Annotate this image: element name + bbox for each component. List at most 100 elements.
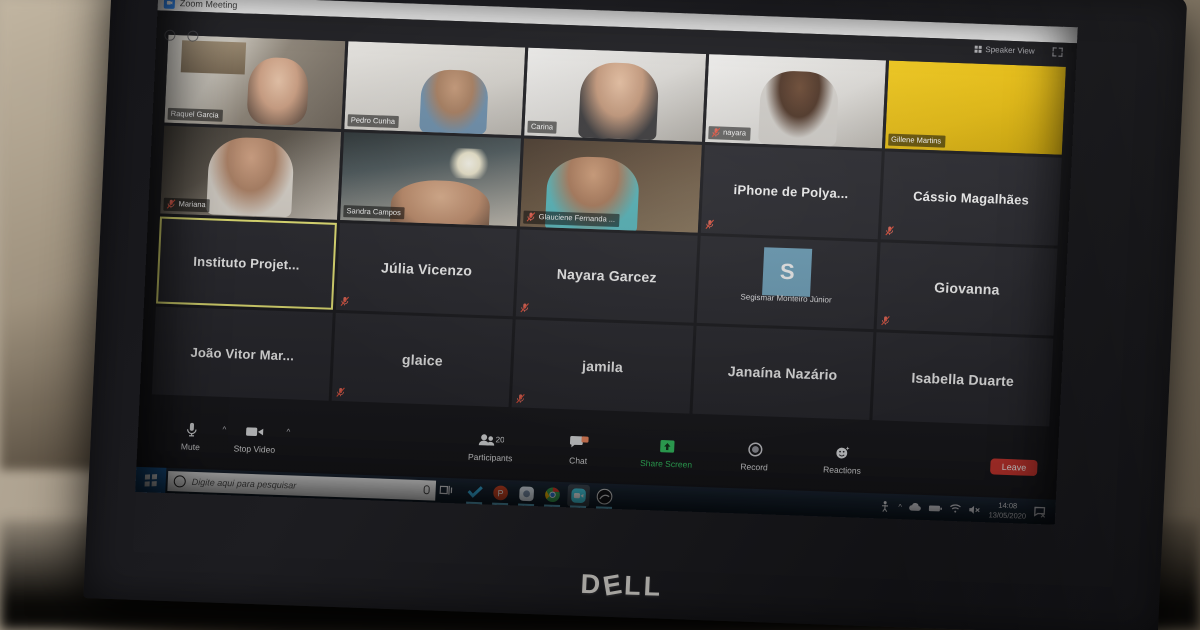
dark-circle-app-icon[interactable] <box>593 485 616 509</box>
clock-date: 13/05/2020 <box>988 509 1027 521</box>
participant-name: Mariana <box>178 199 206 210</box>
search-placeholder: Digite aqui para pesquisar <box>191 476 297 491</box>
dell-laptop: Zoom Meeting Speaker View Raquel Garcia … <box>83 0 1188 630</box>
participant-tile[interactable]: Gillene Martins <box>884 60 1066 155</box>
avatar: S <box>762 247 813 297</box>
people-icon: 20 <box>460 429 523 450</box>
muted-microphone-icon <box>336 387 346 397</box>
participant-name: João Vitor Mar... <box>190 344 295 364</box>
cortana-circle-icon[interactable] <box>173 474 187 488</box>
share-screen-label: Share Screen <box>639 457 693 470</box>
leave-button[interactable]: Leave <box>990 458 1038 477</box>
participant-tile[interactable]: Mariana <box>160 125 342 220</box>
smiley-reactions-icon <box>811 442 874 463</box>
person-accessibility-icon[interactable] <box>880 500 892 512</box>
stop-video-button[interactable]: Stop Video ^ <box>223 421 290 455</box>
participant-name: jamila <box>581 357 624 376</box>
participant-tile[interactable]: Júlia Vicenzo <box>336 222 518 317</box>
participant-tile[interactable]: nayara <box>704 54 886 149</box>
share-screen-button[interactable]: Share Screen <box>635 436 698 470</box>
participant-tile[interactable]: Pedro Cunha <box>344 41 526 136</box>
participant-name: iPhone de Polya... <box>733 182 849 202</box>
window-corner-controls[interactable] <box>164 29 199 42</box>
record-button[interactable]: Record <box>723 439 786 473</box>
windows-start-icon[interactable] <box>135 466 167 493</box>
microphone-icon <box>160 419 223 440</box>
video-chevron-up-icon[interactable]: ^ <box>286 427 290 436</box>
zoom-app-icon[interactable] <box>567 483 591 508</box>
participant-name: Segismar Monteiro Júnior <box>740 292 832 306</box>
onedrive-cloud-icon[interactable] <box>909 503 922 512</box>
svg-text:P: P <box>497 488 503 498</box>
volume-muted-icon[interactable] <box>969 504 982 514</box>
back-arrow-icon[interactable] <box>164 29 176 41</box>
participant-name: Gillene Martins <box>890 134 942 146</box>
clock[interactable]: 14:08 13/05/2020 <box>988 501 1026 521</box>
participant-tile[interactable]: Isabella Duarte <box>872 332 1054 427</box>
participant-name-bar: Sandra Campos <box>343 204 406 219</box>
google-chrome-icon[interactable] <box>541 483 564 507</box>
participant-tile[interactable]: S Segismar Monteiro Júnior <box>696 235 878 330</box>
participant-name-bar: Raquel Garcia <box>167 107 223 122</box>
wifi-icon[interactable] <box>950 504 962 513</box>
share-screen-up-arrow-icon <box>636 436 699 457</box>
photos-app-icon[interactable] <box>515 482 538 506</box>
participant-tile[interactable]: Janaína Nazário <box>692 326 874 421</box>
participant-tile[interactable]: João Vitor Mar... <box>151 306 333 401</box>
participant-tile[interactable]: Sandra Campos <box>340 131 522 226</box>
task-view-icon[interactable] <box>435 478 456 504</box>
participant-tile[interactable]: Instituto Projet... <box>155 216 338 311</box>
notification-flag-icon[interactable] <box>1033 505 1048 518</box>
participant-name-bar: Pedro Cunha <box>347 113 400 128</box>
app-running-indicator <box>518 503 535 506</box>
record-label: Record <box>740 461 768 473</box>
fullscreen-icon[interactable] <box>1052 47 1063 57</box>
muted-microphone-icon <box>880 316 890 326</box>
participant-name: Cássio Magalhães <box>912 188 1030 208</box>
microphone-icon[interactable] <box>423 485 430 495</box>
participant-tile[interactable]: Nayara Garcez <box>516 228 698 323</box>
participant-name: Raquel Garcia <box>170 108 219 120</box>
muted-microphone-icon <box>711 127 720 137</box>
participant-name: Júlia Vicenzo <box>380 259 473 280</box>
window-title: Zoom Meeting <box>179 0 238 11</box>
battery-icon[interactable] <box>929 504 943 512</box>
chat-bubble-icon <box>548 433 611 454</box>
reactions-button[interactable]: Reactions <box>811 442 874 476</box>
participant-tile[interactable]: jamila <box>511 319 694 414</box>
participant-name: Pedro Cunha <box>350 115 396 126</box>
powerpoint-icon[interactable]: P <box>489 481 512 505</box>
speaker-view-toggle[interactable]: Speaker View <box>974 45 1035 56</box>
participant-name: nayara <box>722 127 747 138</box>
participant-tile[interactable]: iPhone de Polya... <box>700 144 882 239</box>
app-running-indicator <box>570 505 587 508</box>
participant-tile[interactable]: Glauciene Fernanda ... <box>520 138 702 233</box>
participant-name-bar: Carina <box>527 120 558 134</box>
muted-microphone-icon <box>885 225 894 235</box>
shield-icon[interactable] <box>187 30 199 42</box>
participant-tile[interactable]: Giovanna <box>876 241 1058 336</box>
muted-microphone-icon <box>527 211 536 222</box>
todoist-checkmark-icon[interactable] <box>463 480 486 504</box>
participant-name: Sandra Campos <box>346 205 402 217</box>
svg-text:20: 20 <box>495 435 504 444</box>
participant-name-bar: nayara <box>707 125 751 141</box>
muted-microphone-icon <box>705 219 714 229</box>
participant-tile[interactable]: Carina <box>524 47 706 142</box>
participant-tile[interactable]: Cássio Magalhães <box>880 151 1062 246</box>
participant-name: Janaína Nazário <box>727 363 838 383</box>
participants-button[interactable]: 20 Participants <box>459 429 522 463</box>
participant-name: Giovanna <box>933 279 1000 299</box>
mute-label: Mute <box>180 441 201 453</box>
participant-tile[interactable]: Raquel Garcia <box>164 34 346 129</box>
chat-label: Chat <box>568 455 588 466</box>
reactions-label: Reactions <box>822 464 862 476</box>
participant-name: Carina <box>530 121 554 132</box>
chat-button[interactable]: Chat <box>547 433 610 467</box>
participant-name: Isabella Duarte <box>911 369 1015 390</box>
participant-tile[interactable]: glaice <box>331 313 514 408</box>
video-camera-icon <box>224 421 287 442</box>
taskbar-app-list: P <box>455 480 616 509</box>
chevron-up-icon[interactable]: ^ <box>898 502 902 511</box>
mute-button[interactable]: Mute ^ <box>159 419 226 453</box>
